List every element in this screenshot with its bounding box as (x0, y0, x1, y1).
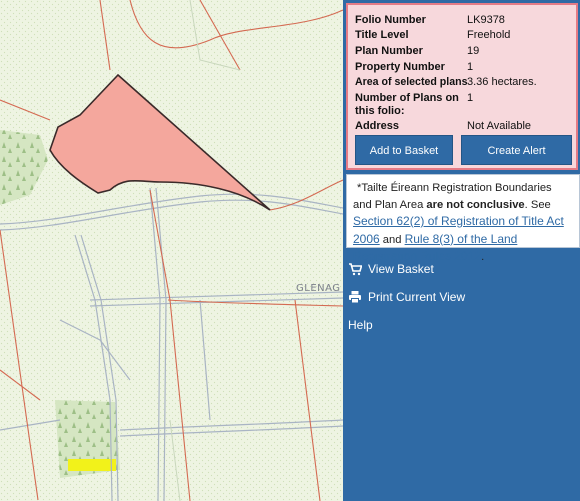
side-panel: Folio Number LK9378 Title Level Freehold… (343, 0, 580, 501)
plan-number-value: 19 (467, 45, 480, 57)
add-to-basket-button[interactable]: Add to Basket (355, 135, 453, 165)
property-number-value: 1 (467, 61, 474, 73)
title-level-label: Title Level (355, 29, 409, 41)
help-link[interactable]: Help (348, 318, 373, 332)
plan-number-label: Plan Number (355, 45, 423, 57)
folio-number-value: LK9378 (467, 14, 505, 26)
view-basket-link[interactable]: View Basket (348, 262, 434, 276)
print-view-link[interactable]: Print Current View (348, 290, 465, 304)
disclaimer-note: *Tailte Éireann Registration Boundaries … (346, 174, 580, 263)
area-label: Area of selected plans (355, 76, 468, 88)
highlight-marker (68, 459, 116, 471)
address-value: Not Available (467, 120, 532, 132)
disclaimer-and: and (379, 233, 405, 246)
cart-icon (348, 262, 363, 276)
disclaimer-end: . (481, 251, 485, 263)
view-basket-label: View Basket (368, 262, 434, 276)
folio-info-box: Folio Number LK9378 Title Level Freehold… (346, 3, 578, 170)
printer-icon (348, 290, 362, 304)
help-label: Help (348, 318, 373, 332)
map-canvas[interactable] (0, 0, 343, 501)
title-level-value: Freehold (467, 29, 511, 41)
place-label: GLENAG (296, 283, 341, 294)
disclaimer-bold: are not conclusive (426, 198, 525, 211)
property-number-label: Property Number (355, 61, 445, 73)
map-background (0, 0, 343, 501)
address-label: Address (355, 120, 400, 132)
plans-count-label: Number of Plans on this folio: (355, 92, 459, 117)
folio-number-label: Folio Number (355, 14, 426, 26)
plans-count-value: 1 (467, 92, 474, 104)
create-alert-button[interactable]: Create Alert (461, 135, 572, 165)
disclaimer-mid: . See (524, 198, 551, 211)
area-value: 3.36 hectares. (467, 76, 537, 88)
map-view[interactable]: GLENAG (0, 0, 343, 501)
print-view-label: Print Current View (368, 290, 466, 304)
